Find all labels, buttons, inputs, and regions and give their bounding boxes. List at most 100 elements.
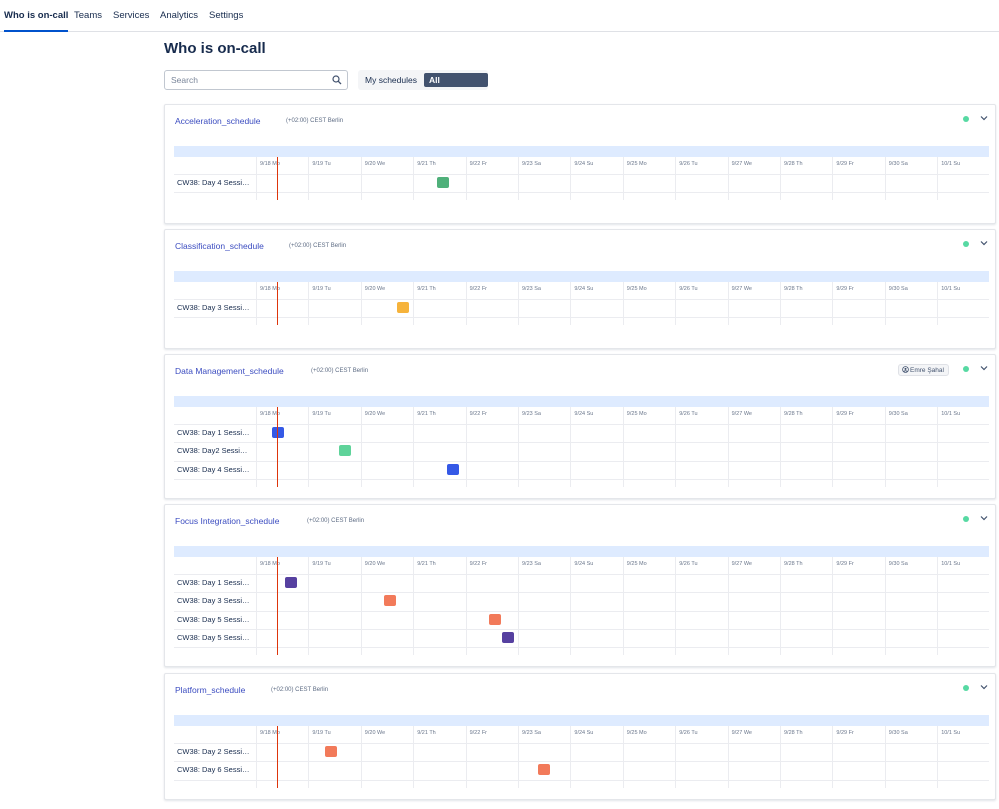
chevron-down-icon[interactable] (979, 363, 989, 373)
day-label: 9/22 Fr (469, 161, 488, 167)
on-call-shift-block[interactable] (436, 177, 449, 188)
top-nav: Who is on-call Teams Services Analytics … (0, 0, 999, 32)
on-call-shift-block[interactable] (502, 631, 515, 643)
status-indicator (963, 366, 969, 372)
day-label: 9/25 Mo (626, 411, 647, 417)
day-label: 9/29 Fr (836, 561, 854, 567)
day-label: 9/21 Th (417, 730, 436, 736)
chevron-down-icon[interactable] (979, 238, 989, 248)
all-schedules-button[interactable]: All schedules (424, 73, 488, 99)
day-label: 9/22 Fr (469, 730, 488, 736)
row-divider (174, 424, 989, 425)
on-call-shift-block[interactable] (325, 746, 338, 757)
schedule-card-header: Acceleration_schedule (+02:00) CEST Berli… (165, 105, 995, 135)
day-column: 9/24 Su (570, 157, 622, 201)
day-column: 9/29 Fr (832, 726, 884, 788)
timeline-header-band (174, 271, 989, 282)
chevron-down-icon[interactable] (979, 513, 989, 523)
chevron-down-icon[interactable] (979, 113, 989, 123)
day-label: 9/26 Tu (679, 730, 698, 736)
day-label: 9/29 Fr (836, 161, 854, 167)
day-label: 9/23 Sa (522, 730, 541, 736)
day-label: 9/27 We (731, 561, 752, 567)
on-call-shift-block[interactable] (537, 764, 550, 776)
schedule-title-link[interactable]: Data Management_schedule (175, 366, 284, 376)
day-label: 9/19 Tu (312, 286, 331, 292)
schedule-timezone: (+02:00) CEST Berlin (311, 368, 369, 374)
schedule-title-link[interactable]: Acceleration_schedule (175, 116, 261, 126)
day-column: 9/30 Sa (884, 157, 937, 201)
day-label: 9/27 We (731, 161, 752, 167)
rotation-label: CW38: Day2 Sessi… (177, 446, 248, 456)
on-call-shift-block[interactable] (284, 577, 297, 588)
schedule-timezone: (+02:00) CEST Berlin (307, 518, 365, 524)
nav-tab-settings[interactable]: Settings (209, 0, 243, 32)
day-column: 9/28 Th (780, 407, 832, 487)
day-column: 9/25 Mo (622, 407, 675, 487)
day-column: 9/29 Fr (832, 407, 884, 487)
day-column: 9/29 Fr (832, 282, 884, 326)
day-label: 10/1 Su (941, 286, 961, 292)
day-column: 9/18 Mo (256, 407, 308, 487)
rotation-label: CW38: Day 5 Sessi… (177, 632, 250, 642)
day-label: 9/24 Su (574, 286, 594, 292)
schedule-title-link[interactable]: Focus Integration_schedule (175, 516, 279, 526)
schedule-card: Data Management_schedule (+02:00) CEST Be… (164, 354, 996, 499)
day-label: 9/23 Sa (522, 411, 541, 417)
current-time-marker (276, 726, 278, 788)
day-column: 9/18 Mo (256, 557, 308, 656)
day-label: 9/26 Tu (679, 411, 698, 417)
day-label: 9/20 We (364, 730, 386, 736)
day-column: 9/20 We (360, 407, 413, 487)
day-label: 9/22 Fr (469, 561, 488, 567)
on-call-shift-block[interactable] (447, 463, 460, 475)
day-label: 9/26 Tu (679, 286, 698, 292)
day-column: 9/25 Mo (622, 726, 675, 788)
search-input[interactable] (171, 73, 321, 87)
day-column: 9/26 Tu (675, 407, 727, 487)
rotation-label: CW38: Day 5 Sessi… (177, 614, 250, 624)
current-time-marker (276, 407, 278, 487)
user-icon (902, 366, 909, 373)
day-column: 9/28 Th (780, 726, 832, 788)
rotation-label: CW38: Day 4 Sessi… (177, 464, 250, 474)
schedule-title-link[interactable]: Platform_schedule (175, 685, 245, 695)
day-column: 9/29 Fr (832, 157, 884, 201)
timeline-grid: 9/18 Mo 9/19 Tu 9/20 We 9/21 Th 9/22 Fr 9/23 … (174, 726, 989, 788)
current-time-marker (276, 282, 278, 326)
day-column: 9/24 Su (570, 407, 622, 487)
nav-tab-who-is-on-call[interactable]: Who is on-call (4, 0, 69, 32)
day-label: 9/23 Sa (522, 286, 541, 292)
row-divider (174, 592, 989, 594)
on-call-shift-block[interactable] (338, 445, 351, 457)
day-column: 9/22 Fr (465, 157, 518, 201)
day-column: 9/23 Sa (518, 157, 570, 201)
my-schedules-button[interactable]: My schedules (360, 73, 422, 87)
day-label: 9/27 We (731, 730, 752, 736)
day-column: 9/22 Fr (465, 282, 518, 326)
on-call-shift-block[interactable] (397, 302, 410, 313)
timeline-header-band (174, 546, 989, 557)
day-label: 9/28 Th (784, 561, 803, 567)
day-column: 9/29 Fr (832, 557, 884, 656)
schedule-title-link[interactable]: Classification_schedule (175, 241, 264, 251)
on-call-shift-block[interactable] (384, 595, 397, 607)
nav-tab-services[interactable]: Services (113, 0, 149, 32)
schedule-card: Platform_schedule (+02:00) CEST Berlin 9/1… (164, 673, 996, 800)
nav-tab-analytics[interactable]: Analytics (160, 0, 198, 32)
on-call-user-chip[interactable]: Emre Şahal (898, 364, 949, 376)
day-column: 9/28 Th (780, 157, 832, 201)
search-icon[interactable] (332, 75, 342, 85)
day-column: 9/24 Su (570, 726, 622, 788)
day-column: 9/26 Tu (675, 157, 727, 201)
day-column: 9/23 Sa (518, 407, 570, 487)
chevron-down-icon[interactable] (979, 682, 989, 692)
nav-tab-teams[interactable]: Teams (74, 0, 102, 32)
day-label: 9/19 Tu (312, 411, 331, 417)
day-label: 9/25 Mo (626, 161, 647, 167)
current-time-marker (276, 157, 278, 201)
day-column: 9/25 Mo (622, 157, 675, 201)
day-label: 9/19 Tu (312, 561, 331, 567)
on-call-shift-block[interactable] (489, 613, 502, 625)
row-divider (174, 299, 989, 300)
